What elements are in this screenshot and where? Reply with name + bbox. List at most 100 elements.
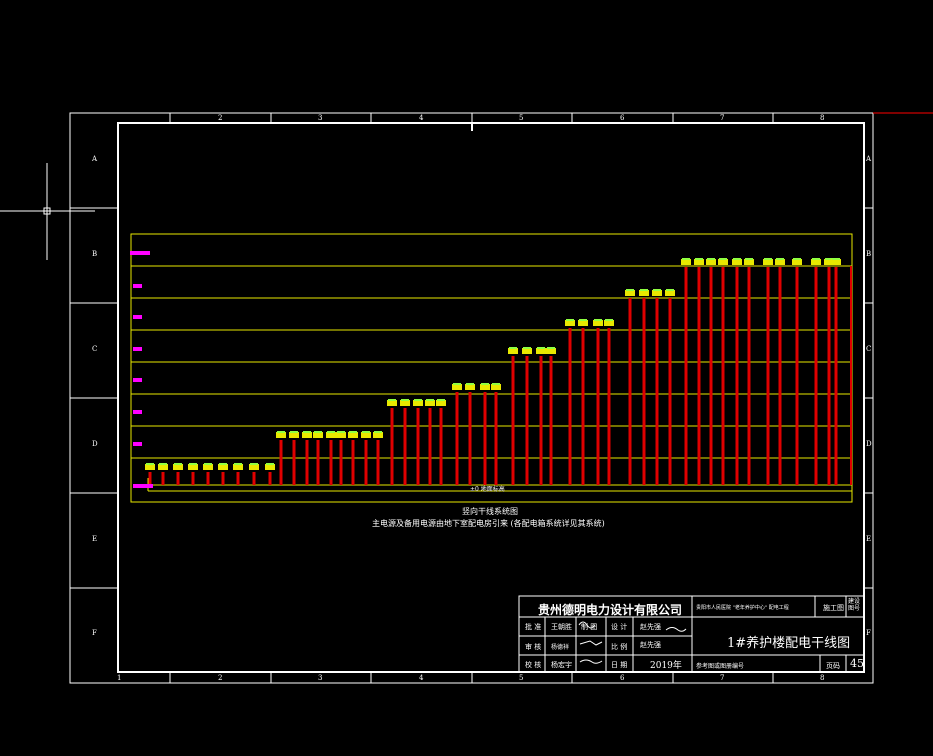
review-name: 杨德祥 bbox=[551, 644, 570, 651]
draw-label: 制 图 bbox=[581, 623, 598, 631]
page-label: 页码 bbox=[826, 662, 840, 670]
distribution-box-top bbox=[605, 319, 613, 321]
distribution-box-top bbox=[388, 399, 396, 401]
distribution-box-top bbox=[266, 463, 274, 465]
row-label-left: C bbox=[92, 345, 98, 353]
diagram-caption-note: 主电源及备用电源由地下室配电房引来 (各配电箱系统详见其系统) bbox=[372, 519, 605, 528]
row-label-right: D bbox=[866, 440, 872, 448]
distribution-box-top bbox=[414, 399, 422, 401]
distribution-box-top bbox=[745, 258, 753, 260]
distribution-box-top bbox=[437, 399, 445, 401]
row-label-left: F bbox=[92, 629, 97, 637]
floor-marker bbox=[133, 484, 153, 488]
floor-marker bbox=[133, 347, 142, 351]
distribution-box-top bbox=[537, 347, 545, 349]
signature-mark bbox=[579, 659, 603, 664]
column-label-bottom: 3 bbox=[318, 674, 323, 682]
crosshair-cursor-icon bbox=[0, 163, 95, 260]
distribution-box-top bbox=[374, 431, 382, 433]
draw-name: 赵先强 bbox=[640, 641, 661, 649]
distribution-box-top bbox=[362, 431, 370, 433]
distribution-box-top bbox=[159, 463, 167, 465]
distribution-box-top bbox=[666, 289, 674, 291]
distribution-box-top bbox=[566, 319, 574, 321]
column-label-top: 7 bbox=[720, 114, 725, 122]
floor-label: ±0 地面标高 bbox=[470, 486, 505, 493]
stage-label: 施工图 bbox=[823, 604, 844, 612]
distribution-box-top bbox=[492, 383, 500, 385]
distribution-box-top bbox=[426, 399, 434, 401]
distribution-box-top bbox=[290, 431, 298, 433]
distribution-box-top bbox=[776, 258, 784, 260]
design-name: 赵先强 bbox=[640, 623, 661, 631]
riser-group bbox=[145, 258, 852, 485]
floor-marker bbox=[130, 251, 150, 255]
row-label-right: C bbox=[866, 345, 872, 353]
ref-label: 参考图或图册编号 bbox=[696, 663, 745, 670]
discipline-label: 建设 图号 bbox=[848, 598, 861, 612]
column-label-bottom: 8 bbox=[820, 674, 825, 682]
distribution-box-top bbox=[250, 463, 258, 465]
column-label-top: 4 bbox=[419, 114, 424, 122]
row-label-left: E bbox=[92, 535, 98, 543]
distribution-box-top bbox=[509, 347, 517, 349]
distribution-box-top bbox=[219, 463, 227, 465]
distribution-box-top bbox=[812, 258, 820, 260]
distribution-box-top bbox=[401, 399, 409, 401]
distribution-box-top bbox=[314, 431, 322, 433]
floor-marker-group bbox=[130, 251, 153, 488]
distribution-box-top bbox=[707, 258, 715, 260]
distribution-box-top bbox=[793, 258, 801, 260]
distribution-box-top bbox=[146, 463, 154, 465]
check-label: 校 核 bbox=[525, 661, 542, 669]
scale-label: 比 例 bbox=[611, 643, 628, 651]
distribution-box-top bbox=[719, 258, 727, 260]
row-label-right: F bbox=[866, 629, 871, 637]
review-label: 审 核 bbox=[525, 643, 542, 651]
check-name: 杨宏宇 bbox=[551, 661, 572, 669]
distribution-box-top bbox=[594, 319, 602, 321]
inner-border bbox=[117, 122, 865, 673]
column-label-bottom: 7 bbox=[720, 674, 725, 682]
diagram-caption-title: 竖向干线系统图 bbox=[462, 507, 518, 516]
outer-frame bbox=[69, 112, 933, 684]
grid-border bbox=[130, 233, 853, 503]
column-label-bottom: 5 bbox=[519, 674, 524, 682]
column-label-bottom: 6 bbox=[620, 674, 625, 682]
distribution-box-top bbox=[653, 289, 661, 291]
column-label-top: 3 bbox=[318, 114, 323, 122]
distribution-box-top bbox=[337, 431, 345, 433]
distribution-box-top bbox=[174, 463, 182, 465]
distribution-box-top bbox=[695, 258, 703, 260]
signature-mark bbox=[579, 640, 603, 646]
distribution-box-top bbox=[733, 258, 741, 260]
distribution-box-top bbox=[204, 463, 212, 465]
distribution-box-top bbox=[234, 463, 242, 465]
distribution-box-top bbox=[466, 383, 474, 385]
floor-grid bbox=[130, 233, 853, 503]
row-label-right: E bbox=[866, 535, 872, 543]
row-label-right: B bbox=[866, 250, 872, 258]
distribution-box-top bbox=[303, 431, 311, 433]
column-label-top: 8 bbox=[820, 114, 825, 122]
row-label-left: A bbox=[92, 155, 98, 163]
distribution-box-top bbox=[453, 383, 461, 385]
distribution-box-top bbox=[481, 383, 489, 385]
date-value: 2019年 bbox=[650, 661, 682, 671]
date-label: 日 期 bbox=[611, 661, 628, 669]
column-label-top: 2 bbox=[218, 114, 223, 122]
distribution-box-top bbox=[764, 258, 772, 260]
approve-label: 批 准 bbox=[525, 623, 542, 631]
column-label-bottom: 4 bbox=[419, 674, 424, 682]
approve-name: 王朝胜 bbox=[551, 623, 572, 631]
distribution-box-top bbox=[327, 431, 335, 433]
row-label-left: B bbox=[92, 250, 98, 258]
floor-marker bbox=[133, 284, 142, 288]
floor-marker bbox=[133, 410, 142, 414]
distribution-box-top bbox=[682, 258, 690, 260]
drawing-title: 1#养护楼配电干线图 bbox=[727, 636, 851, 651]
page-value: 45 bbox=[850, 657, 864, 670]
column-label-top: 5 bbox=[519, 114, 524, 122]
distribution-box-top bbox=[189, 463, 197, 465]
signature-mark bbox=[665, 627, 687, 632]
